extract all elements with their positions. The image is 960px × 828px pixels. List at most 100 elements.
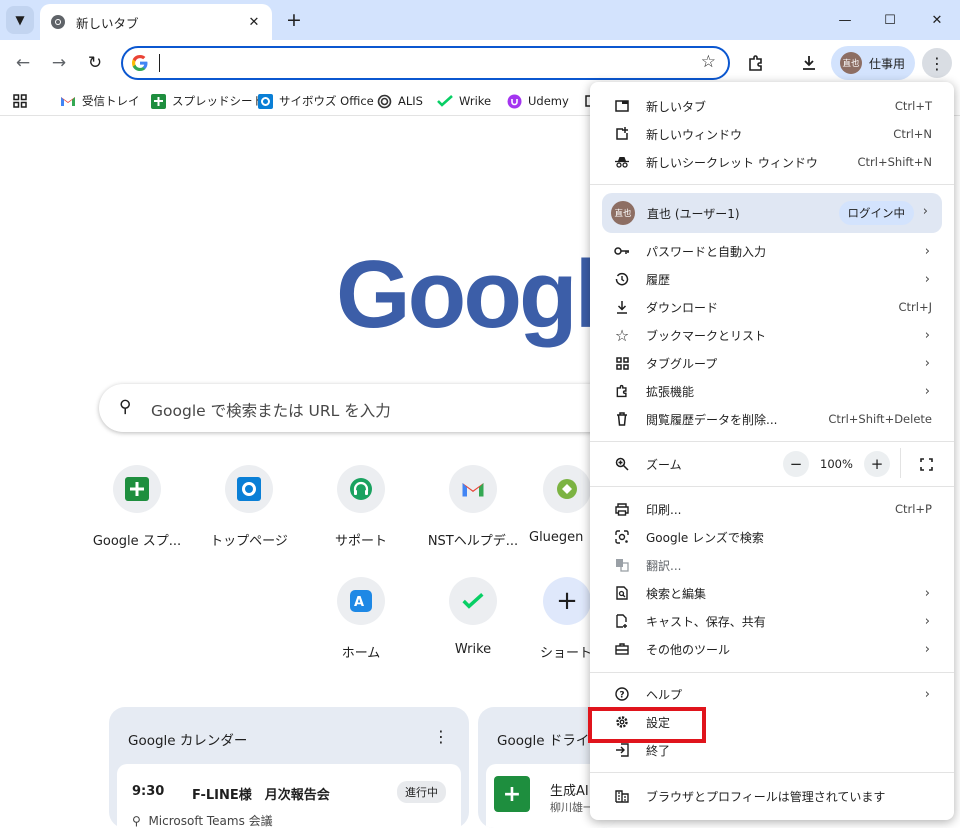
add-icon: + bbox=[543, 577, 591, 625]
chrome-menu: 新しいタブ Ctrl+T 新しいウィンドウ Ctrl+N 新しいシークレット ウ… bbox=[590, 82, 954, 820]
address-bar[interactable]: ☆ bbox=[121, 46, 730, 80]
close-window-button[interactable]: ✕ bbox=[914, 0, 960, 40]
menu-label: 設定 bbox=[646, 715, 671, 730]
minus-icon: − bbox=[789, 455, 803, 473]
menu-item-help[interactable]: ? ヘルプ › bbox=[590, 680, 954, 708]
menu-label: キャスト、保存、共有 bbox=[646, 614, 766, 629]
menu-divider bbox=[590, 184, 954, 185]
more-vert-icon: ⋮ bbox=[929, 53, 945, 73]
menu-item-more-tools[interactable]: その他のツール › bbox=[590, 635, 954, 663]
menu-label: 履歴 bbox=[646, 272, 671, 287]
back-button[interactable]: ← bbox=[10, 50, 36, 76]
shortcut-tile[interactable]: Wrike bbox=[417, 577, 529, 657]
shortcut-tile[interactable]: サポート bbox=[305, 465, 417, 549]
menu-item-find-edit[interactable]: 検索と編集 › bbox=[590, 579, 954, 607]
menu-label: 検索と編集 bbox=[646, 586, 707, 601]
file-name: 生成AI bbox=[550, 784, 589, 799]
menu-label: 新しいウィンドウ bbox=[646, 127, 743, 142]
zoom-out-button[interactable]: − bbox=[783, 451, 809, 477]
avatar: 直也 bbox=[611, 201, 635, 225]
menu-item-history[interactable]: 履歴 › bbox=[590, 265, 954, 293]
zoom-in-button[interactable]: + bbox=[864, 451, 890, 477]
chevron-right-icon: › bbox=[924, 641, 930, 657]
shortcut-tile[interactable]: トップページ bbox=[193, 465, 305, 549]
toolbox-icon bbox=[614, 641, 630, 657]
menu-item-cast-save-share[interactable]: キャスト、保存、共有 › bbox=[590, 607, 954, 635]
menu-label: 閲覧履歴データを削除... bbox=[646, 412, 778, 427]
menu-label: その他のツール bbox=[646, 642, 731, 657]
exit-icon bbox=[614, 742, 630, 758]
downloads-button[interactable] bbox=[795, 49, 823, 77]
menu-item-new-window[interactable]: 新しいウィンドウ Ctrl+N bbox=[590, 120, 954, 148]
bookmark-udemy[interactable]: Udemy bbox=[506, 92, 569, 110]
shortcut-label: サポート bbox=[334, 534, 387, 549]
menu-item-settings[interactable]: 設定 bbox=[590, 708, 954, 736]
menu-item-downloads[interactable]: ダウンロード Ctrl+J bbox=[590, 293, 954, 321]
bookmark-alis[interactable]: ALIS bbox=[376, 92, 423, 110]
chevron-right-icon: › bbox=[924, 613, 930, 629]
apps-button[interactable] bbox=[12, 92, 34, 110]
shortcut-tile[interactable]: Google スプ... bbox=[81, 465, 193, 549]
new-tab-button[interactable]: + bbox=[283, 9, 305, 31]
menu-item-new-tab[interactable]: 新しいタブ Ctrl+T bbox=[590, 92, 954, 120]
menu-item-print[interactable]: 印刷... Ctrl+P bbox=[590, 495, 954, 523]
reload-icon: ↻ bbox=[87, 53, 103, 73]
close-tab-icon[interactable]: ✕ bbox=[244, 12, 264, 32]
shortcut-tile[interactable]: NSTヘルプデ... bbox=[417, 465, 529, 549]
zoom-divider bbox=[900, 448, 901, 478]
download-icon bbox=[803, 56, 815, 70]
maximize-button[interactable]: ☐ bbox=[867, 0, 913, 40]
menu-item-extensions[interactable]: 拡張機能 › bbox=[590, 377, 954, 405]
alis-icon bbox=[376, 93, 392, 109]
ntp-search-box[interactable]: ⚲ Google で検索または URL を入力 bbox=[99, 384, 659, 432]
card-title: Google ドライブ bbox=[497, 733, 603, 749]
menu-item-exit[interactable]: 終了 bbox=[590, 736, 954, 764]
bookmark-wrike[interactable]: Wrike bbox=[437, 92, 491, 110]
chevron-right-icon: › bbox=[922, 204, 928, 219]
forward-button[interactable]: → bbox=[46, 50, 72, 76]
menu-label: パスワードと自動入力 bbox=[646, 244, 767, 259]
menu-item-incognito[interactable]: 新しいシークレット ウィンドウ Ctrl+Shift+N bbox=[590, 148, 954, 176]
chrome-icon bbox=[51, 15, 65, 29]
tab-search-button[interactable]: ▼ bbox=[6, 6, 34, 34]
search-icon: ⚲ bbox=[119, 397, 132, 417]
menu-item-google-lens[interactable]: Google レンズで検索 bbox=[590, 523, 954, 551]
bookmark-gmail[interactable]: 受信トレイ bbox=[60, 92, 140, 110]
tab-new-tab[interactable]: 新しいタブ ✕ bbox=[40, 4, 272, 40]
history-icon bbox=[614, 271, 630, 287]
bookmark-cybozu[interactable]: サイボウズ Office bbox=[257, 92, 374, 110]
menu-shortcut: Ctrl+Shift+N bbox=[857, 155, 932, 169]
chevron-right-icon: › bbox=[924, 355, 930, 371]
minimize-button[interactable]: — bbox=[822, 0, 868, 40]
profile-label: 仕事用 bbox=[869, 56, 906, 71]
bookmark-star-icon[interactable]: ☆ bbox=[701, 52, 716, 72]
location-pin-icon: ⚲ bbox=[132, 814, 141, 828]
card-title: Google カレンダー bbox=[128, 733, 248, 749]
tab-groups-icon bbox=[614, 355, 630, 371]
find-icon bbox=[614, 585, 630, 601]
add-shortcut-tile[interactable]: + ショート bbox=[529, 577, 599, 661]
reload-button[interactable]: ↻ bbox=[82, 50, 108, 76]
trash-icon bbox=[614, 411, 630, 427]
calendar-event[interactable]: 9:30 F-LINE様 月次報告会 進行中 ⚲ Microsoft Teams… bbox=[117, 764, 461, 828]
menu-item-bookmarks[interactable]: ☆ ブックマークとリスト › bbox=[590, 321, 954, 349]
bookmark-spreadsheet[interactable]: スプレッドシート bbox=[150, 92, 264, 110]
profile-button[interactable]: 直也 仕事用 bbox=[831, 46, 915, 80]
menu-item-passwords[interactable]: パスワードと自動入力 › bbox=[590, 237, 954, 265]
share-icon bbox=[614, 613, 630, 629]
chrome-menu-button[interactable]: ⋮ bbox=[922, 48, 952, 78]
more-vert-icon[interactable]: ⋮ bbox=[433, 727, 449, 746]
tab-strip: ▼ 新しいタブ ✕ + — ☐ ✕ bbox=[0, 0, 960, 40]
shortcut-tile[interactable]: A ホーム bbox=[305, 577, 417, 661]
extensions-button[interactable] bbox=[742, 49, 770, 77]
new-window-icon bbox=[614, 126, 630, 142]
menu-label: 終了 bbox=[646, 743, 671, 758]
menu-item-translate[interactable]: 翻訳... bbox=[590, 551, 954, 579]
menu-divider bbox=[590, 486, 954, 487]
menu-item-clear-data[interactable]: 閲覧履歴データを削除... Ctrl+Shift+Delete bbox=[590, 405, 954, 433]
menu-item-tab-groups[interactable]: タブグループ › bbox=[590, 349, 954, 377]
fullscreen-button[interactable] bbox=[913, 451, 939, 477]
menu-profile-row[interactable]: 直也 直也 (ユーザー1) ログイン中 › bbox=[602, 193, 942, 233]
shortcut-tile[interactable]: Gluegen bbox=[529, 465, 599, 545]
menu-item-managed[interactable]: ブラウザとプロフィールは管理されています bbox=[590, 782, 954, 810]
